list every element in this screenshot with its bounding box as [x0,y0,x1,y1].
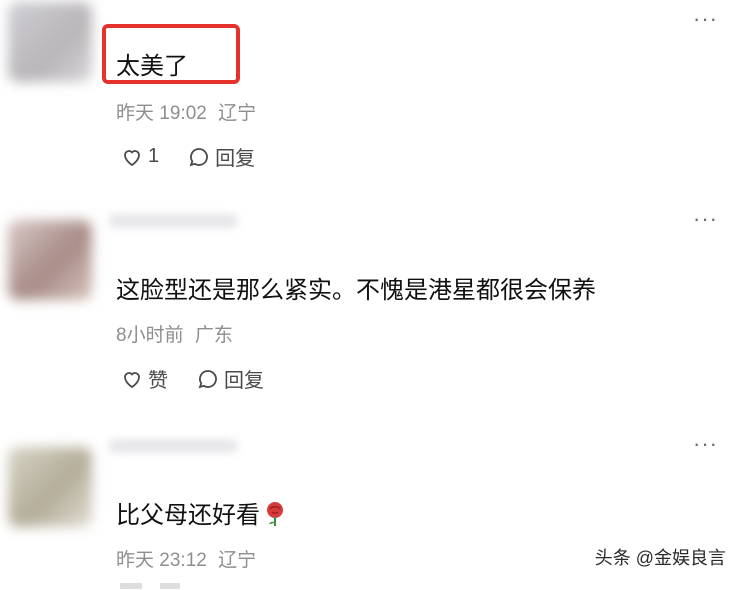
comment-text: 太美了 [116,53,188,80]
comment-actions: 赞 回复 [120,364,292,393]
comment-item: ··· 这脸型还是那么紧实。不愧是港星都很会保养 8小时前 广东 赞 回复 [0,200,744,425]
reply-button[interactable]: 回复 [196,364,264,393]
watermark: 头条 @金娱良言 [594,548,726,568]
comment-bubble-icon [189,147,208,166]
avatar[interactable] [8,220,92,300]
more-dots-icon[interactable]: ··· [693,433,718,455]
comment-text-row: 比父母还好看 [116,495,286,530]
username-blurred[interactable] [108,439,238,453]
comment-meta: 昨天 23:12 辽宁 [116,545,256,572]
more-dots-icon[interactable]: ··· [693,208,718,230]
comment-text: 比父母还好看 [116,502,260,529]
comment-text: 这脸型还是那么紧实。不愧是港星都很会保养 [116,277,596,304]
heart-outline-icon [124,371,140,388]
comment-meta: 昨天 19:02 辽宁 [116,98,256,125]
rose-emoji-icon [267,502,283,526]
like-button[interactable]: 1 [120,145,159,169]
comment-time: 昨天 23:12 [116,550,207,571]
comment-time: 8小时前 [116,325,184,346]
reply-label: 回复 [224,370,264,392]
heart-outline-icon [124,149,140,166]
comment-actions-cutoff [120,583,240,589]
reply-button[interactable]: 回复 [187,142,255,171]
like-count: 1 [148,145,160,167]
comment-bubble-icon [198,369,217,388]
more-dots-icon[interactable]: ··· [693,8,718,30]
comment-time: 昨天 19:02 [116,103,207,124]
comment-location: 辽宁 [218,103,257,124]
comment-list: ··· 太美了 昨天 19:02 辽宁 1 回复 ··· 这脸型还是那么紧实。不… [0,0,744,590]
like-button[interactable]: 赞 [120,364,168,393]
comment-location: 广东 [194,325,233,346]
username-blurred[interactable] [108,214,238,228]
like-label: 赞 [148,370,168,392]
avatar[interactable] [8,2,92,82]
comment-meta: 8小时前 广东 [116,320,233,347]
comment-actions: 1 回复 [120,142,283,171]
comment-item: ··· 太美了 昨天 19:02 辽宁 1 回复 [0,0,744,200]
reply-label: 回复 [215,148,256,170]
avatar[interactable] [8,447,92,527]
comment-location: 辽宁 [218,550,257,571]
